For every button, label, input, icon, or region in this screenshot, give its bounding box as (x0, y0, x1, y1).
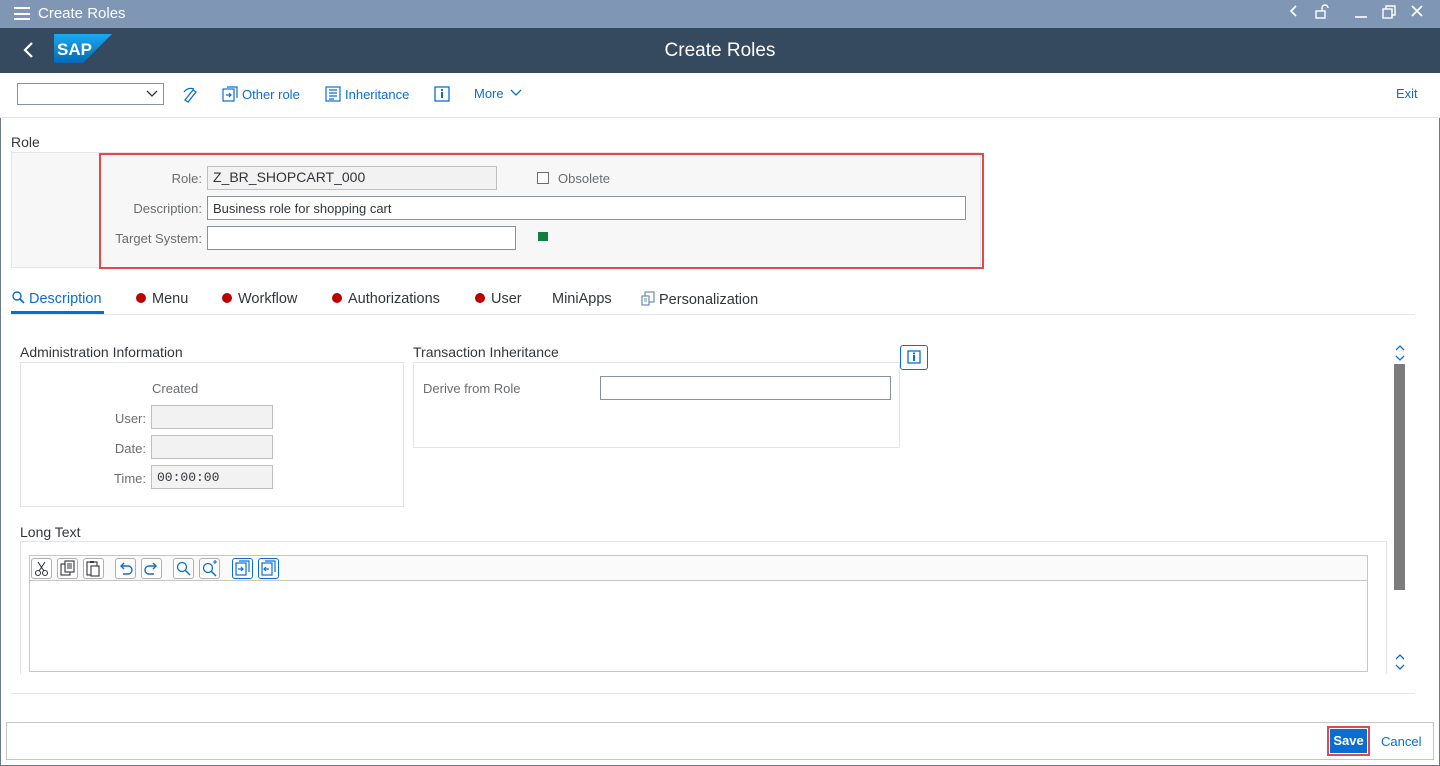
long-text-title: Long Text (20, 524, 81, 540)
created-time-field[interactable]: 00:00:00 (151, 465, 273, 489)
action-dropdown[interactable] (17, 83, 164, 105)
undo-icon[interactable] (115, 558, 136, 579)
created-label: Created (152, 381, 199, 396)
shell-header: SAP Create Roles (0, 28, 1440, 73)
tab-authorizations[interactable]: Authorizations (332, 291, 440, 307)
status-indicator (538, 232, 548, 241)
tab-miniapps[interactable]: MiniApps (552, 291, 612, 307)
scroll-up-icon[interactable] (1393, 343, 1407, 363)
cut-icon[interactable] (31, 558, 52, 579)
tab-user[interactable]: User (475, 291, 522, 307)
other-role-label: Other role (242, 87, 300, 102)
page-title: Create Roles (664, 40, 776, 61)
user-label: User: (114, 411, 146, 426)
paste-icon[interactable] (83, 558, 104, 579)
created-user-field[interactable] (151, 405, 273, 429)
inheritance-label: Inheritance (345, 87, 410, 102)
target-system-label: Target System: (115, 231, 202, 246)
role-field[interactable]: Z_BR_SHOPCART_000 (207, 166, 497, 190)
unlock-icon[interactable] (1311, 4, 1331, 24)
cancel-button[interactable]: Cancel (1381, 734, 1421, 749)
admin-section-title: Administration Information (20, 344, 183, 360)
search-icon[interactable] (173, 558, 194, 579)
tab-description[interactable]: Description (12, 291, 102, 307)
redo-icon[interactable] (141, 558, 162, 579)
tab-label: Workflow (238, 291, 298, 307)
obsolete-label: Obsolete (558, 171, 611, 186)
error-dot-icon (332, 293, 342, 303)
hamburger-menu-icon[interactable] (14, 7, 30, 20)
error-dot-icon (475, 293, 485, 303)
tab-label: Personalization (659, 292, 759, 308)
tab-label: User (491, 291, 522, 307)
description-field[interactable]: Business role for shopping cart (207, 196, 966, 220)
inheritance-panel (413, 362, 900, 448)
error-dot-icon (222, 293, 232, 303)
created-date-field[interactable] (151, 435, 273, 459)
change-display-icon[interactable] (182, 86, 200, 104)
inheritance-button[interactable]: Inheritance (325, 86, 409, 102)
copy-icon[interactable] (57, 558, 78, 579)
chevron-down-icon (510, 89, 522, 96)
other-role-button[interactable]: Other role (222, 86, 300, 102)
target-system-field[interactable] (207, 226, 516, 250)
tab-bar: Description Menu Workflow Authorizations… (11, 284, 1415, 315)
tab-workflow[interactable]: Workflow (222, 291, 297, 307)
window-title: Create Roles (38, 5, 126, 22)
tab-label: Authorizations (348, 291, 440, 307)
window-titlebar: Create Roles (0, 0, 1440, 28)
footer-bar (6, 722, 1434, 760)
active-tab-indicator (11, 311, 104, 314)
close-icon[interactable] (1407, 4, 1427, 24)
vertical-scrollbar[interactable] (1394, 364, 1405, 590)
editor-toolbar (30, 556, 1367, 581)
more-label: More (474, 86, 504, 101)
obsolete-checkbox[interactable] (537, 172, 549, 184)
role-section-title: Role (11, 134, 40, 150)
tab-label: MiniApps (552, 291, 612, 307)
tab-menu[interactable]: Menu (136, 291, 188, 307)
chevron-left-icon[interactable] (1284, 4, 1304, 24)
personalization-icon (641, 291, 655, 306)
info-button[interactable] (900, 345, 928, 370)
date-label: Date: (114, 441, 146, 456)
time-label: Time: (113, 471, 146, 486)
tab-personalization[interactable]: Personalization (641, 291, 758, 308)
magnifier-icon (12, 291, 25, 304)
application-toolbar: Other role Inheritance More Exit (0, 73, 1440, 118)
inheritance-icon (325, 86, 341, 102)
other-role-icon (222, 86, 238, 102)
search-next-icon[interactable] (199, 558, 220, 579)
derive-from-role-field[interactable] (600, 376, 891, 400)
export-icon[interactable] (258, 558, 279, 579)
tab-label: Menu (152, 291, 189, 307)
restore-icon[interactable] (1379, 4, 1399, 24)
minimize-icon[interactable] (1351, 4, 1371, 24)
info-icon (907, 350, 921, 364)
inheritance-section-title: Transaction Inheritance (413, 344, 559, 360)
exit-button[interactable]: Exit (1396, 86, 1418, 101)
content-divider (11, 693, 1415, 694)
more-button[interactable]: More (474, 86, 522, 101)
info-icon[interactable] (434, 86, 452, 104)
error-dot-icon (136, 293, 146, 303)
import-icon[interactable] (232, 558, 253, 579)
tab-label: Description (29, 291, 102, 307)
description-label: Description: (133, 201, 202, 216)
long-text-editor[interactable] (29, 555, 1368, 672)
save-button[interactable]: Save (1330, 729, 1367, 753)
chevron-down-icon (146, 90, 158, 97)
derive-from-role-label: Derive from Role (423, 381, 521, 396)
scroll-down-icon[interactable] (1393, 652, 1407, 672)
role-label: Role: (171, 171, 202, 186)
